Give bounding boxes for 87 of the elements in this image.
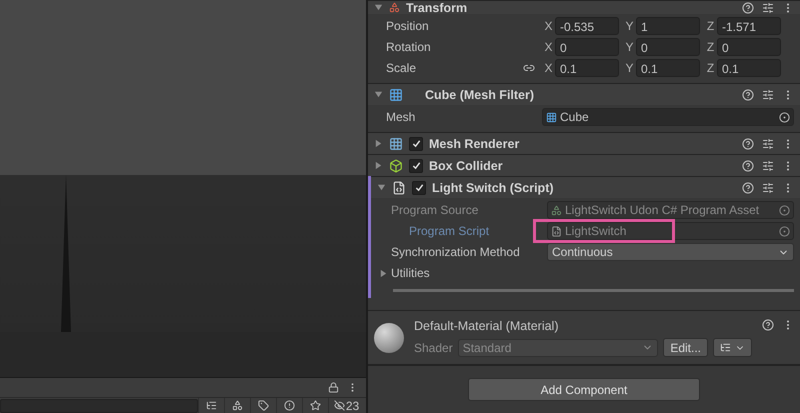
- asset-icon: [551, 204, 562, 216]
- link-icon[interactable]: [523, 62, 535, 74]
- search-field[interactable]: [0, 398, 198, 412]
- number-field[interactable]: 0: [555, 38, 619, 56]
- settings-icon[interactable]: [762, 2, 774, 14]
- number-field[interactable]: -0.535: [555, 17, 619, 35]
- number-field[interactable]: -1.571: [717, 17, 781, 35]
- property-label: Shader: [414, 340, 453, 354]
- number-field[interactable]: 0: [636, 38, 700, 56]
- enable-checkbox[interactable]: [409, 136, 423, 150]
- edit-button[interactable]: Edit...: [663, 338, 708, 357]
- settings-icon[interactable]: [762, 138, 774, 150]
- eye-off-icon: [334, 400, 345, 411]
- axis-label: Y: [624, 40, 634, 54]
- expand-arrow-icon[interactable]: [374, 161, 383, 170]
- collapse-arrow-icon[interactable]: [374, 3, 383, 12]
- component-title: Light Switch (Script): [432, 180, 555, 194]
- component-header[interactable]: Box Collider: [368, 154, 800, 176]
- material-preview-sphere: [374, 322, 404, 352]
- help-icon[interactable]: [742, 182, 754, 194]
- help-icon[interactable]: [742, 88, 754, 100]
- collapse-arrow-icon[interactable]: [374, 90, 383, 99]
- axis-label: Z: [706, 40, 716, 54]
- enable-checkbox[interactable]: [412, 180, 426, 194]
- property-label: Program Source: [391, 203, 480, 217]
- property-label: Program Script: [409, 224, 490, 238]
- axis-label: X: [543, 61, 554, 75]
- help-icon[interactable]: [742, 160, 754, 172]
- component-title: Box Collider: [429, 158, 504, 172]
- axis-label: X: [543, 40, 554, 54]
- component-header[interactable]: Transform: [368, 0, 800, 14]
- component-title: Cube (Mesh Filter): [425, 88, 536, 102]
- alert-icon: [284, 400, 295, 411]
- number-field[interactable]: 0.1: [636, 59, 700, 77]
- component-header[interactable]: Light Switch (Script): [371, 176, 800, 198]
- settings-icon[interactable]: [762, 160, 774, 172]
- number-field[interactable]: 0: [717, 38, 781, 56]
- expand-arrow-icon[interactable]: [374, 139, 383, 148]
- collapse-arrow-icon[interactable]: [377, 183, 386, 192]
- list-icon: [720, 342, 731, 353]
- foldout-label[interactable]: Utilities: [391, 266, 547, 280]
- enable-checkbox[interactable]: [409, 158, 423, 172]
- grid-icon: [389, 136, 403, 150]
- axis-label: Z: [706, 61, 716, 75]
- checkmark-icon: [412, 161, 420, 170]
- component-header[interactable]: Mesh Renderer: [368, 132, 800, 154]
- component-title: Transform: [406, 0, 468, 14]
- add-component-button[interactable]: Add Component: [468, 378, 700, 401]
- help-icon[interactable]: [742, 138, 754, 150]
- cube-icon: [389, 158, 403, 172]
- picker-icon[interactable]: [779, 112, 790, 122]
- tag-icon: [258, 400, 269, 411]
- star-icon: [310, 400, 321, 411]
- expand-arrow-icon[interactable]: [379, 268, 388, 278]
- script-file-icon: [551, 226, 562, 236]
- number-field[interactable]: 0.1: [717, 59, 781, 77]
- shapes-icon: [232, 400, 243, 411]
- property-label: Rotation: [386, 40, 432, 54]
- number-field[interactable]: 0.1: [555, 59, 619, 77]
- property-label: Position: [386, 19, 430, 33]
- settings-icon[interactable]: [762, 88, 774, 100]
- property-label: Synchronization Method: [391, 245, 521, 259]
- axis-label: Z: [706, 19, 716, 33]
- dropdown[interactable]: Continuous: [547, 243, 794, 261]
- checkmark-icon: [412, 139, 420, 148]
- object-field[interactable]: Cube: [542, 108, 794, 126]
- lock-icon[interactable]: [328, 382, 339, 393]
- property-label: Mesh: [386, 110, 416, 124]
- help-icon[interactable]: [742, 2, 754, 14]
- material-title: Default-Material (Material): [414, 318, 560, 332]
- component-header[interactable]: Cube (Mesh Filter): [368, 83, 800, 105]
- help-icon[interactable]: [762, 319, 774, 331]
- grid-icon: [546, 112, 557, 122]
- axis-label: X: [543, 19, 554, 33]
- list-menu-button[interactable]: [713, 338, 752, 357]
- axis-label: Y: [624, 19, 634, 33]
- component-title: Mesh Renderer: [429, 136, 520, 150]
- axis-label: Y: [624, 61, 634, 75]
- settings-icon[interactable]: [762, 182, 774, 194]
- grid-icon: [389, 88, 403, 102]
- hidden-count-button[interactable]: 23: [328, 398, 364, 413]
- list-icon: [206, 400, 217, 411]
- number-field[interactable]: 1: [636, 17, 700, 35]
- script-file-icon: [392, 180, 406, 194]
- picker-icon[interactable]: [779, 226, 790, 236]
- property-label: Scale: [386, 61, 418, 75]
- checkmark-icon: [414, 183, 424, 192]
